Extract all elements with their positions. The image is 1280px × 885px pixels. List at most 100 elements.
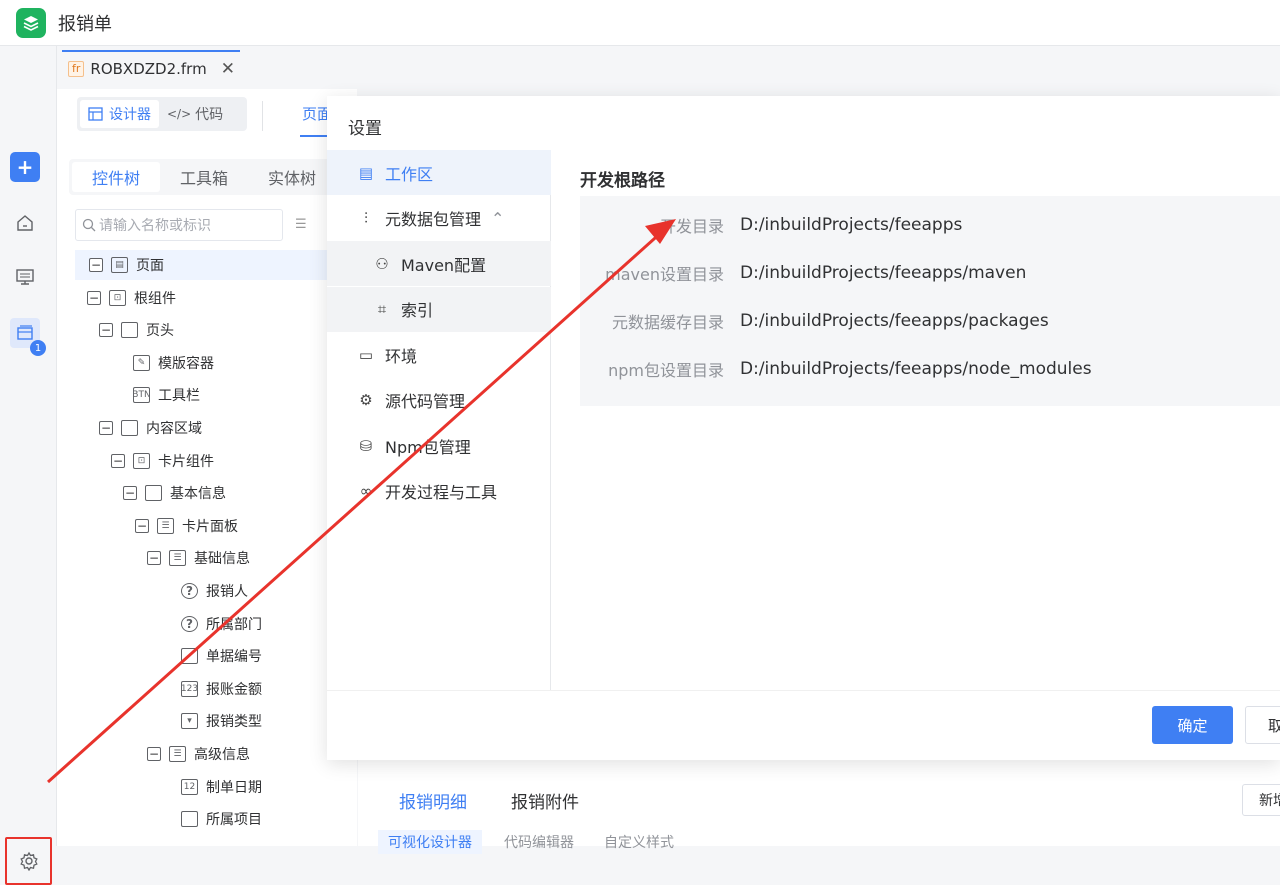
settings-nav-label: 环境 <box>385 346 418 366</box>
tree-node[interactable]: − ☰ 基础信息 <box>147 543 335 573</box>
tree-node-label: 所属部门 <box>206 616 262 633</box>
tree-node[interactable]: 单据编号 <box>159 641 335 671</box>
tree-node[interactable]: − ▤ 页面 <box>75 250 357 280</box>
tree-node[interactable]: 12 制单日期 <box>159 772 335 802</box>
settings-nav-label: Npm包管理 <box>385 437 471 457</box>
textbox-icon <box>181 811 198 828</box>
settings-nav-item[interactable]: ▭ 环境 <box>327 332 551 377</box>
settings-nav-item[interactable]: ⛁ Npm包管理 <box>327 423 551 468</box>
tree-search-input[interactable]: 请输入名称或标识 <box>75 209 283 241</box>
tab-visual-designer[interactable]: 可视化设计器 <box>378 830 482 854</box>
help-icon: ? <box>181 583 198 599</box>
collapse-toggle-icon[interactable]: − <box>147 551 161 566</box>
settings-nav-label: 源代码管理 <box>385 392 466 411</box>
gear-icon: ⚙ <box>359 391 373 409</box>
tree-node[interactable]: ? 报销人 <box>159 576 335 606</box>
path-row: 开发目录 D:/inbuildProjects/feeapps <box>580 210 1280 240</box>
tab-control-tree[interactable]: 控件树 <box>72 162 161 192</box>
settings-nav-label: 索引 <box>401 301 434 320</box>
textbox-icon <box>181 648 198 665</box>
settings-nav-item[interactable]: ▤ 工作区 <box>327 150 551 195</box>
collapse-toggle-icon[interactable]: − <box>89 258 103 272</box>
collapse-toggle-icon[interactable]: − <box>87 290 101 305</box>
left-rail: + 1 <box>0 46 57 885</box>
collapse-toggle-icon[interactable]: − <box>99 323 113 338</box>
collapse-toggle-icon[interactable]: − <box>135 518 149 533</box>
tree-node[interactable]: 123 报账金额 <box>159 674 335 704</box>
tree-tabs: 控件树 工具箱 实体树 <box>69 159 344 195</box>
tree-node-label: 制单日期 <box>206 779 262 796</box>
tab-expense-attachment[interactable]: 报销附件 <box>511 788 579 813</box>
close-icon[interactable]: ✕ <box>221 59 235 79</box>
tab-custom-style[interactable]: 自定义样式 <box>604 832 674 852</box>
tree-node-label: 卡片组件 <box>158 453 214 470</box>
app-title: 报销单 <box>58 13 112 35</box>
settings-nav-item[interactable]: ⚇ Maven配置 <box>327 241 551 286</box>
ok-button[interactable]: 确定 <box>1152 706 1233 744</box>
designer-left-panel: 设计器 </> 代码 页面 控件树 工具箱 实体树 请输入名称或标识 ☰ − ▤ 页… <box>57 89 357 846</box>
tree-node[interactable]: ✎ 模版容器 <box>111 348 335 378</box>
file-tab[interactable]: fr ROBXDZD2.frm ✕ <box>62 50 240 86</box>
collapse-toggle-icon[interactable]: − <box>147 747 161 761</box>
tree-node[interactable]: ▾ 报销类型 <box>159 706 335 736</box>
chevron-up-icon[interactable]: ⌃ <box>491 209 504 228</box>
tab-active-indicator <box>300 135 330 137</box>
tab-toolbox[interactable]: 工具箱 <box>160 162 248 192</box>
add-row-button[interactable]: 新增 <box>1242 784 1280 816</box>
designer-mode-button[interactable]: 设计器 <box>80 100 159 128</box>
tree-node[interactable]: − 内容区域 <box>99 413 335 443</box>
settings-nav-item[interactable]: ⌗ 索引 <box>327 286 551 332</box>
tree-node[interactable]: − 基本信息 <box>123 478 335 508</box>
settings-nav-item[interactable]: ∞ 开发过程与工具 <box>327 469 551 514</box>
footer-divider <box>327 690 1280 691</box>
code-mode-button[interactable]: </> 代码 <box>159 100 231 128</box>
tab-expense-detail[interactable]: 报销明细 <box>399 788 467 813</box>
tab-entity-tree[interactable]: 实体树 <box>248 162 336 192</box>
date-icon: 12 <box>181 778 198 795</box>
settings-nav-item[interactable]: ⚙ 源代码管理 <box>327 378 551 423</box>
collapse-toggle-icon[interactable]: − <box>99 421 113 435</box>
frame-icon <box>121 420 138 436</box>
tree-node[interactable]: 所属项目 <box>159 804 335 834</box>
settings-nav: ▤ 工作区 ⫶ 元数据包管理 ⌃ ⚇ Maven配置 ⌗ 索引 ▭ 环境 ⚙ 源代码管理 ⛁ Npm包管理 ∞… <box>327 150 551 690</box>
tree-node[interactable]: BTN 工具栏 <box>111 380 335 410</box>
number-icon: 123 <box>181 680 198 697</box>
tree-node[interactable]: − ☰ 高级信息 <box>147 739 335 769</box>
tree-node[interactable]: − ☰ 卡片面板 <box>135 511 335 541</box>
tree-node-label: 模版容器 <box>158 355 214 372</box>
toolbar-icon: BTN <box>132 387 151 404</box>
panel-icon: ☰ <box>157 517 174 534</box>
workspace-tabs-icon[interactable]: 1 <box>10 318 46 356</box>
path-label: 开发目录 <box>659 217 724 236</box>
tree-node-label: 基础信息 <box>194 551 250 568</box>
settings-gear-button[interactable] <box>5 837 52 885</box>
database-icon: ⛁ <box>359 436 373 455</box>
file-type-tag: fr <box>68 61 85 77</box>
environment-icon: ▭ <box>358 345 374 364</box>
title-bar: 报销单 <box>0 0 1280 46</box>
tree-node[interactable]: − ⊡ 根组件 <box>87 283 335 313</box>
collapse-toggle-icon[interactable]: − <box>123 486 137 501</box>
home-icon[interactable] <box>10 208 40 238</box>
path-value: D:/inbuildProjects/feeapps <box>740 215 963 235</box>
tree-node-label: 所属项目 <box>206 812 262 829</box>
tree-node[interactable]: − ⊡ 卡片组件 <box>111 446 335 476</box>
workspace-icon: ▤ <box>358 163 374 182</box>
settings-nav-item[interactable]: ⫶ 元数据包管理 ⌃ <box>327 196 551 241</box>
collapse-toggle-icon[interactable]: − <box>111 453 125 468</box>
add-icon[interactable]: + <box>10 152 40 182</box>
path-label: 元数据缓存目录 <box>611 313 724 332</box>
cancel-button[interactable]: 取消 <box>1245 706 1280 744</box>
mode-toggle: 设计器 </> 代码 <box>77 97 247 131</box>
path-label: maven设置目录 <box>605 265 724 284</box>
file-tab-bar: fr ROBXDZD2.frm ✕ <box>57 47 1280 89</box>
settings-nav-label: 工作区 <box>385 164 434 184</box>
tree-node-label: 页头 <box>146 323 174 340</box>
collapse-all-icon[interactable]: ☰ <box>295 217 307 232</box>
tree-node-label: 内容区域 <box>146 421 202 437</box>
tree-node[interactable]: ? 所属部门 <box>159 609 335 639</box>
tab-code-editor[interactable]: 代码编辑器 <box>504 832 574 852</box>
monitor-icon[interactable] <box>10 262 40 292</box>
tree-node[interactable]: − 页头 <box>99 315 335 345</box>
code-mode-label: 代码 <box>195 107 224 123</box>
